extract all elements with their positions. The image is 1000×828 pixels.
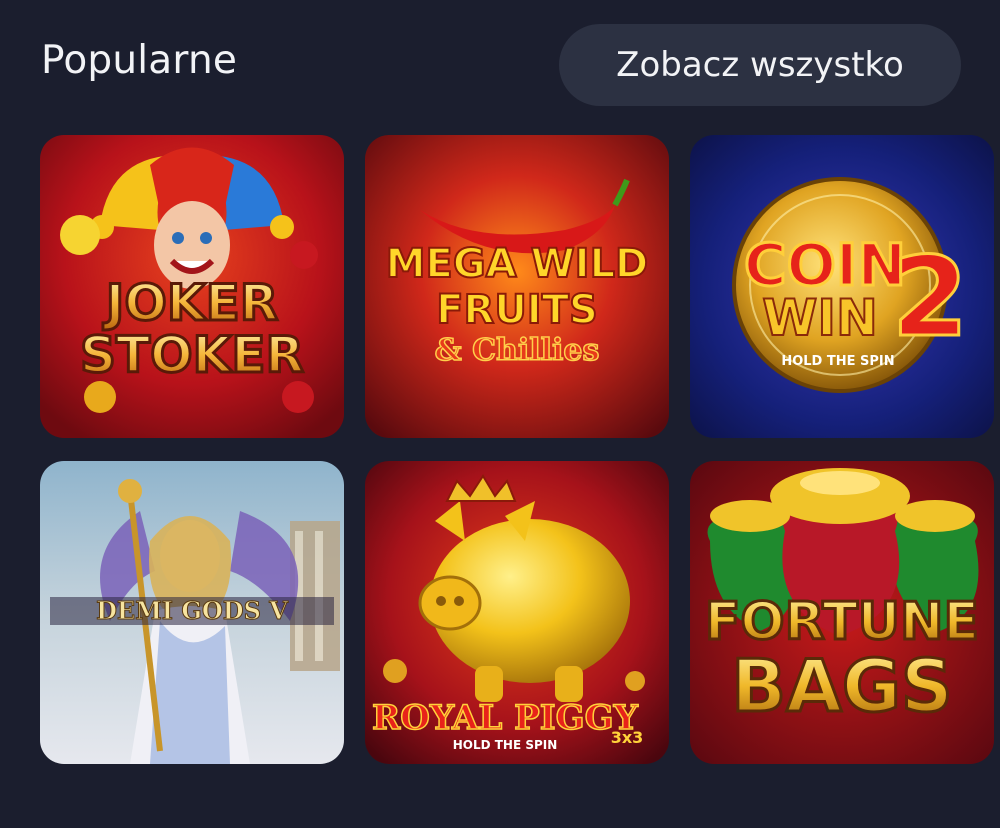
game-logo-line1: JOKER: [103, 274, 279, 332]
coin-icon: [625, 671, 645, 691]
fortune-bags-artwork: FORTUNE BAGS: [690, 461, 994, 764]
cherry-icon: [282, 381, 314, 413]
temple-icon: [290, 521, 340, 671]
game-logo-line1: FORTUNE: [705, 592, 979, 652]
game-tile-royal-piggy[interactable]: ROYAL PIGGY 3x3 HOLD THE SPIN: [365, 461, 669, 764]
game-logo-number: 2: [892, 233, 969, 361]
game-logo-line1: DEMI GODS V: [96, 596, 288, 625]
game-tile-demi-gods-v[interactable]: DEMI GODS V: [40, 461, 344, 764]
mega-wild-fruits-artwork: MEGA WILD FRUITS & Chillies: [365, 135, 669, 438]
lemon-icon: [60, 215, 100, 255]
game-tile-fortune-bags[interactable]: FORTUNE BAGS: [690, 461, 994, 764]
game-logo-sub: HOLD THE SPIN: [781, 354, 894, 369]
game-logo-line3: & Chillies: [435, 333, 600, 368]
game-logo-sub: HOLD THE SPIN: [453, 738, 558, 752]
game-logo-line1: ROYAL PIGGY: [372, 698, 639, 738]
game-tile-joker-stoker[interactable]: JOKER STOKER: [40, 135, 344, 438]
cherry-icon: [290, 241, 318, 269]
see-all-button[interactable]: Zobacz wszystko: [559, 24, 961, 106]
coin-win-2-artwork: COIN WIN 2 HOLD THE SPIN: [690, 135, 994, 438]
bell-icon: [84, 381, 116, 413]
game-logo-badge: 3x3: [611, 728, 644, 747]
game-logo-line2: BAGS: [731, 644, 953, 728]
section-title: Popularne: [41, 38, 238, 83]
game-logo-line2: STOKER: [80, 326, 304, 384]
game-logo-line2: WIN: [762, 289, 878, 347]
royal-piggy-artwork: ROYAL PIGGY 3x3 HOLD THE SPIN: [365, 461, 669, 764]
game-tile-coin-win-2[interactable]: COIN WIN 2 HOLD THE SPIN: [690, 135, 994, 438]
joker-stoker-artwork: JOKER STOKER: [40, 135, 344, 438]
popular-games-section: Popularne Zobacz wszystko JOKER STOKER M…: [0, 0, 1000, 828]
demi-gods-v-artwork: DEMI GODS V: [40, 461, 344, 764]
game-logo-line1: MEGA WILD: [386, 241, 649, 287]
coin-icon: [383, 659, 407, 683]
game-logo-line2: FRUITS: [436, 287, 598, 333]
game-tile-mega-wild-fruits[interactable]: MEGA WILD FRUITS & Chillies: [365, 135, 669, 438]
